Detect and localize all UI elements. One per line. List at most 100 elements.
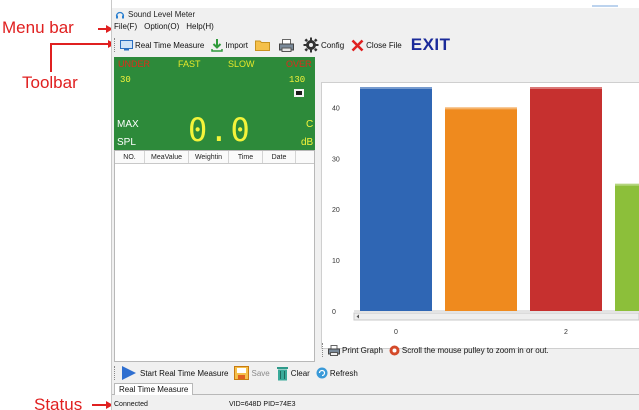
toolbar-callout-line-v	[50, 43, 52, 72]
printer-icon	[328, 344, 340, 356]
bar-highlight-2	[530, 87, 602, 89]
max-label: MAX	[117, 119, 139, 130]
toolbar: Real Time Measure Import Config Close Fi…	[112, 35, 639, 55]
bar-chart[interactable]: 0 10 20 30 40 0 2	[322, 83, 639, 348]
menu-file[interactable]: File(F)	[114, 22, 137, 34]
open-folder-button[interactable]	[255, 39, 272, 51]
start-real-time-measure-button[interactable]: Start Real Time Measure	[120, 365, 228, 381]
toolbar-callout-line-h	[50, 43, 110, 45]
folder-icon	[255, 40, 271, 51]
column-weighting[interactable]: Weightin	[189, 151, 229, 163]
y-tick-label-4: 40	[332, 105, 340, 112]
chart-panel: 0 10 20 30 40 0 2	[317, 57, 639, 362]
monitor-icon	[120, 39, 133, 50]
app-window: Sound Level Meter File(F) Option(O) Help…	[111, 0, 639, 410]
unit-label: dB	[301, 137, 314, 148]
column-meavalue[interactable]: MeaValue	[145, 151, 189, 163]
column-no[interactable]: NO.	[115, 151, 145, 163]
bar-chart-area[interactable]: 0 10 20 30 40 0 2	[321, 82, 639, 349]
import-label: Import	[225, 40, 249, 50]
window-top-strip	[112, 0, 639, 8]
config-label: Config	[321, 40, 345, 50]
range-high: 130	[289, 75, 306, 85]
window-title: Sound Level Meter	[128, 10, 196, 19]
menu-bar: File(F) Option(O) Help(H)	[112, 22, 639, 34]
title-bar: Sound Level Meter	[112, 8, 639, 21]
exit-button[interactable]: EXIT	[411, 35, 451, 55]
play-icon	[122, 366, 136, 380]
chart-footer-grip[interactable]	[322, 343, 324, 357]
menu-bar-callout: Menu bar	[2, 18, 74, 37]
chart-footer: Print Graph Scroll the mouse pulley to z…	[317, 343, 639, 357]
print-graph-label: Print Graph	[342, 345, 383, 355]
import-button[interactable]: Import	[211, 38, 249, 52]
action-bar: Start Real Time Measure Save Clear Refre…	[112, 363, 639, 383]
bar-3[interactable]	[615, 183, 639, 311]
under-indicator: UNDER	[118, 59, 151, 69]
y-tick-label-1: 10	[332, 258, 340, 265]
close-file-label: Close File	[366, 40, 402, 50]
bar-highlight-3	[615, 183, 639, 186]
download-arrow-icon	[211, 38, 224, 52]
x-tick-label-0: 0	[394, 329, 398, 336]
measurement-table[interactable]: NO. MeaValue Weightin Time Date	[114, 150, 315, 362]
close-file-button[interactable]: Close File	[351, 39, 402, 52]
y-tick-label-2: 20	[332, 207, 340, 214]
bar-1[interactable]	[445, 107, 517, 311]
device-id: VID=648D PID=74E3	[229, 400, 296, 408]
status-callout: Status	[34, 395, 83, 410]
fast-indicator: FAST	[178, 59, 201, 69]
x-tick-label-1: 2	[564, 329, 568, 336]
mouse-icon	[389, 345, 400, 355]
close-x-icon	[351, 39, 364, 51]
hold-indicator-icon	[294, 89, 304, 97]
spl-label: SPL	[117, 137, 136, 148]
print-button[interactable]	[279, 38, 296, 52]
zoom-hint-label: Scroll the mouse pulley to zoom in or ou…	[401, 345, 549, 355]
tab-strip: Real Time Measure	[112, 383, 639, 395]
action-bar-grip[interactable]	[114, 366, 116, 380]
printer-icon	[279, 38, 295, 52]
start-label: Start Real Time Measure	[140, 368, 229, 378]
bar-highlight-1	[445, 107, 517, 110]
print-graph-button[interactable]: Print Graph	[328, 344, 383, 356]
bar-highlight-0	[360, 87, 432, 89]
over-indicator: OVER	[286, 59, 312, 69]
save-label: Save	[251, 368, 270, 378]
weighting-label: C	[306, 119, 314, 130]
meter-display: UNDER FAST SLOW OVER 30 130 MAX SPL C dB…	[114, 57, 315, 150]
y-tick-label-0: 0	[332, 309, 336, 316]
y-tick-label-3: 30	[332, 156, 340, 163]
save-button[interactable]: Save	[234, 366, 270, 380]
toolbar-callout: Toolbar	[22, 73, 78, 92]
refresh-label: Refresh	[329, 368, 358, 378]
toolbar-grip[interactable]	[114, 38, 116, 52]
save-icon	[234, 366, 250, 380]
config-button[interactable]: Config	[303, 37, 344, 53]
menu-option[interactable]: Option(O)	[144, 22, 179, 34]
column-time[interactable]: Time	[229, 151, 263, 163]
chart-scrollbar[interactable]	[353, 312, 639, 321]
headphones-icon	[115, 11, 125, 18]
trash-icon	[276, 366, 288, 380]
clear-label: Clear	[290, 368, 310, 378]
window-accent	[592, 5, 618, 7]
real-time-measure-label: Real Time Measure	[135, 40, 205, 50]
screenshot-page: Menu bar Toolbar Status Sound Level Mete…	[0, 0, 639, 410]
gear-icon	[303, 37, 319, 53]
status-bar: Connected VID=648D PID=74E3	[112, 398, 639, 410]
bar-2[interactable]	[530, 87, 602, 311]
zoom-hint: Scroll the mouse pulley to zoom in or ou…	[389, 345, 549, 356]
spl-value-readout: 0.0	[188, 111, 252, 149]
menu-help[interactable]: Help(H)	[186, 22, 214, 34]
slow-indicator: SLOW	[228, 59, 255, 69]
tab-real-time-measure[interactable]: Real Time Measure	[114, 383, 194, 395]
column-date[interactable]: Date	[263, 151, 296, 163]
real-time-measure-button[interactable]: Real Time Measure	[120, 39, 205, 51]
connection-status: Connected	[114, 400, 148, 408]
table-header: NO. MeaValue Weightin Time Date	[115, 151, 314, 164]
range-low: 30	[120, 75, 131, 85]
refresh-button[interactable]: Refresh	[316, 367, 358, 379]
clear-button[interactable]: Clear	[276, 366, 310, 381]
bar-0[interactable]	[360, 87, 432, 311]
